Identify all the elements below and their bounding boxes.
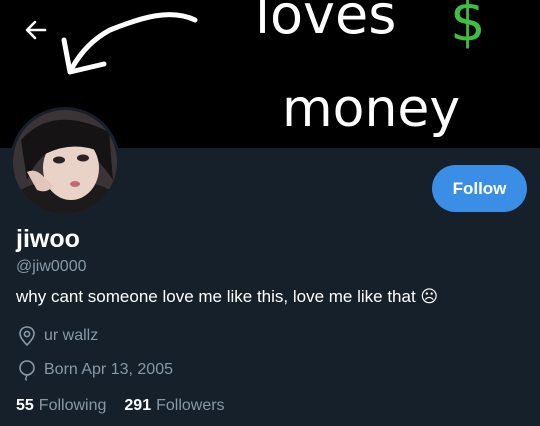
banner-text-dollar: $ (450, 0, 486, 54)
location-text: ur wallz (44, 327, 99, 344)
profile-name: jiwoo (16, 225, 80, 253)
profile-stats: 55 Following 291 Followers (16, 397, 225, 415)
following-count: 55 (16, 397, 34, 414)
profile-handle: @jiw0000 (16, 258, 87, 275)
balloon-icon (16, 359, 38, 381)
birthdate-text: Born Apr 13, 2005 (44, 361, 173, 378)
back-button[interactable] (20, 14, 52, 46)
followers-label: Followers (156, 397, 225, 414)
banner-text-money: money (282, 79, 460, 139)
avatar-image (13, 110, 117, 214)
following-label: Following (38, 397, 107, 414)
location-pin-icon (16, 325, 38, 347)
following-link[interactable]: 55 Following (16, 397, 106, 415)
followers-count: 291 (124, 397, 152, 414)
profile-bio: why cant someone love me like this, love… (16, 287, 439, 306)
profile-birthdate: Born Apr 13, 2005 (16, 359, 173, 381)
profile-location: ur wallz (16, 325, 98, 347)
follow-button[interactable]: Follow (432, 165, 527, 212)
avatar[interactable] (10, 107, 120, 217)
followers-link[interactable]: 291 Followers (124, 397, 224, 415)
banner-text-loves: loves (255, 0, 396, 46)
arrow-left-icon (25, 20, 47, 40)
